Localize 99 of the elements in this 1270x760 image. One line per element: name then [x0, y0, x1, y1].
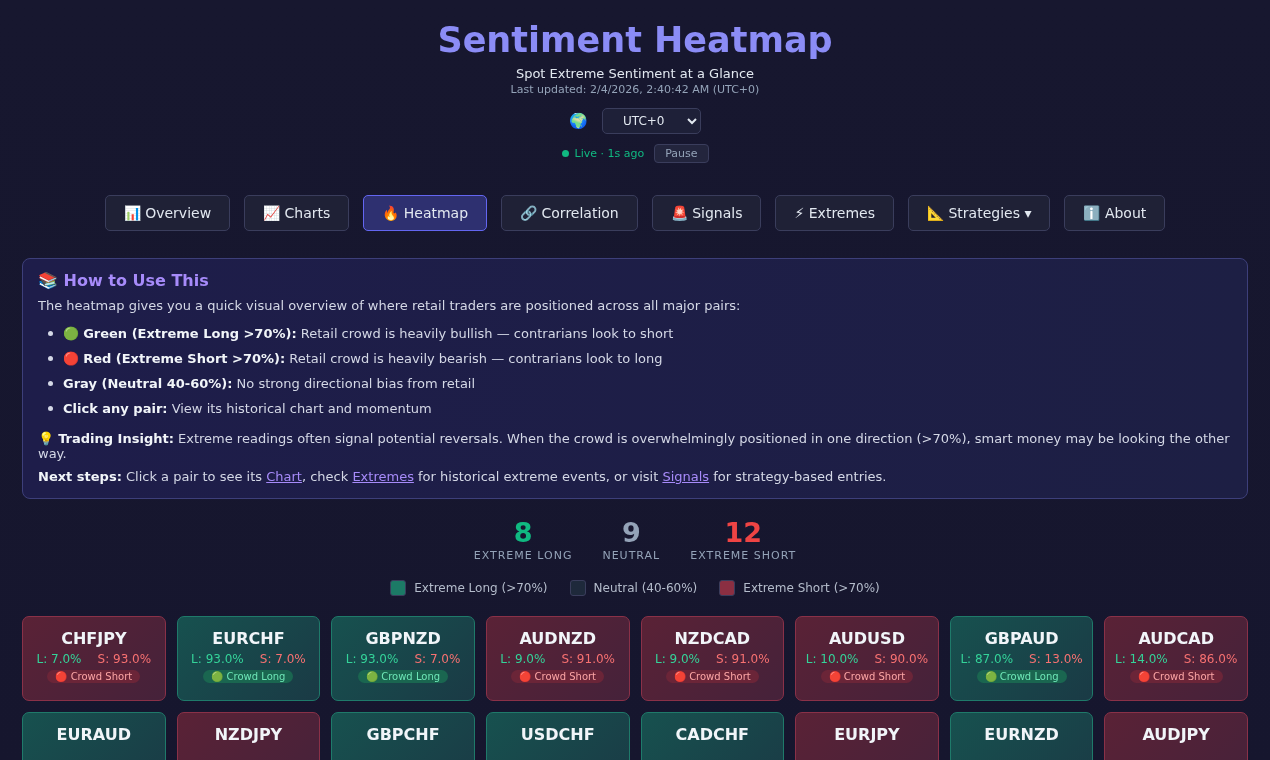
next-steps: Next steps: Click a pair to see its Chart, check Extremes for historical extreme events, or visit Signals for strategy-based entries.	[38, 469, 1232, 484]
link[interactable]: Extremes	[352, 469, 414, 484]
pair-name: CHFJPY	[61, 629, 127, 648]
help-item: 🔴 Red (Extreme Short >70%): Retail crowd is heavily bearish — contrarians look to long	[63, 351, 663, 366]
last-updated: Last updated: 2/4/2026, 2:40:42 AM (UTC+0)	[510, 83, 760, 96]
link[interactable]: Signals	[662, 469, 710, 484]
nav-tab[interactable]: 📈 Charts	[244, 195, 350, 231]
bullet-icon	[48, 331, 53, 336]
timezone-select[interactable]: UTC+0	[602, 108, 701, 134]
pair-card[interactable]: CADCHF	[640, 712, 785, 760]
sentiment-badge: 🔴 Crowd Short	[665, 670, 759, 683]
pair-card[interactable]: AUDNZD L: 9.0% S: 91.0% 🔴 Crowd Short	[485, 616, 630, 701]
pair-name: AUDCAD	[1138, 629, 1214, 648]
pair-name: EURCHF	[212, 629, 285, 648]
sentiment-badge: 🔴 Crowd Short	[511, 670, 605, 683]
sentiment-badge: 🔴 Crowd Short	[47, 670, 141, 683]
help-title: 📚 How to Use This	[38, 271, 210, 290]
stat-label: NEUTRAL	[602, 549, 661, 562]
pair-name: AUDNZD	[519, 629, 596, 648]
nav-tab[interactable]: ℹ About	[1064, 195, 1166, 231]
bullet-icon	[48, 406, 53, 411]
long-percent: L: 10.0%	[805, 652, 859, 666]
live-dot-icon	[561, 150, 569, 157]
pair-card[interactable]: EURAUD	[22, 712, 166, 760]
short-percent: S: 7.0%	[259, 652, 306, 666]
pair-name: USDCHF	[520, 725, 595, 744]
globe-icon: 🌍	[569, 112, 588, 130]
stat-label: EXTREME LONG	[473, 549, 573, 562]
short-percent: S: 13.0%	[1029, 652, 1083, 666]
pair-card[interactable]: GBPAUD L: 87.0% S: 13.0% 🟢 Crowd Long	[949, 616, 1094, 701]
stat-value: 9	[621, 517, 641, 549]
pair-card[interactable]: EURJPY	[795, 712, 939, 760]
legend-swatch-icon	[569, 580, 586, 596]
pair-name: GBPNZD	[365, 629, 441, 648]
sentiment-badge: 🔴 Crowd Short	[1129, 670, 1223, 683]
pair-card[interactable]: EURNZD	[949, 712, 1094, 760]
pair-card[interactable]: EURCHF L: 93.0% S: 7.0% 🟢 Crowd Long	[176, 616, 321, 701]
bullet-icon	[48, 356, 53, 361]
pair-card[interactable]: USDCHF	[485, 712, 630, 760]
long-percent: L: 7.0%	[36, 652, 82, 666]
pair-card[interactable]: NZDJPY	[176, 712, 321, 760]
long-percent: L: 14.0%	[1115, 652, 1168, 666]
sentiment-badge: 🔴 Crowd Short	[820, 670, 914, 683]
nav-tab[interactable]: 🔗 Correlation	[501, 195, 638, 231]
long-percent: L: 93.0%	[345, 652, 399, 666]
stat-value: 12	[724, 517, 763, 549]
help-item: 🟢 Green (Extreme Long >70%): Retail crowd is heavily bullish — contrarians look to short	[63, 326, 674, 341]
pair-card[interactable]: GBPNZD L: 93.0% S: 7.0% 🟢 Crowd Long	[331, 616, 475, 701]
legend-label: Extreme Short (>70%)	[743, 581, 880, 595]
nav-tab[interactable]: 📊 Overview	[104, 195, 231, 231]
short-percent: S: 91.0%	[716, 652, 770, 666]
long-percent: L: 9.0%	[500, 652, 546, 666]
pair-name: GBPCHF	[366, 725, 440, 744]
short-percent: S: 7.0%	[414, 652, 461, 666]
stat-label: EXTREME SHORT	[690, 549, 797, 562]
pair-name: EURAUD	[56, 725, 131, 744]
nav-tab[interactable]: 📐 Strategies ▾	[908, 195, 1051, 231]
help-item: Click any pair: View its historical chart and momentum	[63, 401, 432, 416]
sentiment-badge: 🟢 Crowd Long	[976, 670, 1067, 683]
pause-button[interactable]: Pause	[654, 144, 709, 163]
pair-card[interactable]: CHFJPY L: 7.0% S: 93.0% 🔴 Crowd Short	[22, 616, 166, 701]
short-percent: S: 86.0%	[1183, 652, 1238, 666]
legend-swatch-icon	[390, 580, 407, 596]
short-percent: S: 91.0%	[561, 652, 615, 666]
long-percent: L: 9.0%	[655, 652, 700, 666]
pair-name: EURNZD	[984, 725, 1059, 744]
page-title: Sentiment Heatmap	[437, 19, 833, 62]
help-intro: The heatmap gives you a quick visual overview of where retail traders are positioned across all major pairs:	[38, 298, 742, 313]
pair-name: GBPAUD	[984, 629, 1059, 648]
live-status: Live · 1s ago	[574, 147, 645, 160]
short-percent: S: 93.0%	[97, 652, 152, 666]
long-percent: L: 93.0%	[191, 652, 244, 666]
pair-card[interactable]: GBPCHF	[331, 712, 475, 760]
legend-swatch-icon	[719, 580, 736, 596]
legend-label: Neutral (40-60%)	[593, 581, 698, 595]
long-percent: L: 87.0%	[960, 652, 1014, 666]
help-item: Gray (Neutral 40-60%): No strong directional bias from retail	[63, 376, 476, 391]
bullet-icon	[48, 381, 53, 386]
nav-tab[interactable]: ⚡ Extremes	[775, 195, 894, 231]
sentiment-badge: 🟢 Crowd Long	[358, 670, 449, 683]
link[interactable]: Chart	[266, 469, 302, 484]
trading-insight: 💡 Trading Insight: Extreme readings often signal potential reversals. When the crowd is overwhelmingly positioned in one direction (>70%), smart money may be looking the other way.	[38, 431, 1231, 461]
pair-name: AUDUSD	[828, 629, 905, 648]
nav-tab[interactable]: 🚨 Signals	[651, 195, 762, 231]
pair-card[interactable]: AUDUSD L: 10.0% S: 90.0% 🔴 Crowd Short	[795, 616, 939, 701]
pair-name: NZDCAD	[674, 629, 751, 648]
legend-label: Extreme Long (>70%)	[414, 581, 548, 595]
pair-name: NZDJPY	[214, 725, 283, 744]
pair-card[interactable]: AUDCAD L: 14.0% S: 86.0% 🔴 Crowd Short	[1104, 616, 1248, 701]
nav-tab[interactable]: 🔥 Heatmap	[363, 195, 488, 231]
subtitle: Spot Extreme Sentiment at a Glance	[515, 66, 755, 81]
sentiment-badge: 🟢 Crowd Long	[203, 670, 294, 683]
pair-name: AUDJPY	[1142, 725, 1210, 744]
pair-name: CADCHF	[675, 725, 750, 744]
short-percent: S: 90.0%	[874, 652, 929, 666]
stat-value: 8	[513, 517, 533, 549]
pair-card[interactable]: AUDJPY	[1104, 712, 1248, 760]
pair-name: EURJPY	[834, 725, 900, 744]
pair-card[interactable]: NZDCAD L: 9.0% S: 91.0% 🔴 Crowd Short	[640, 616, 785, 701]
